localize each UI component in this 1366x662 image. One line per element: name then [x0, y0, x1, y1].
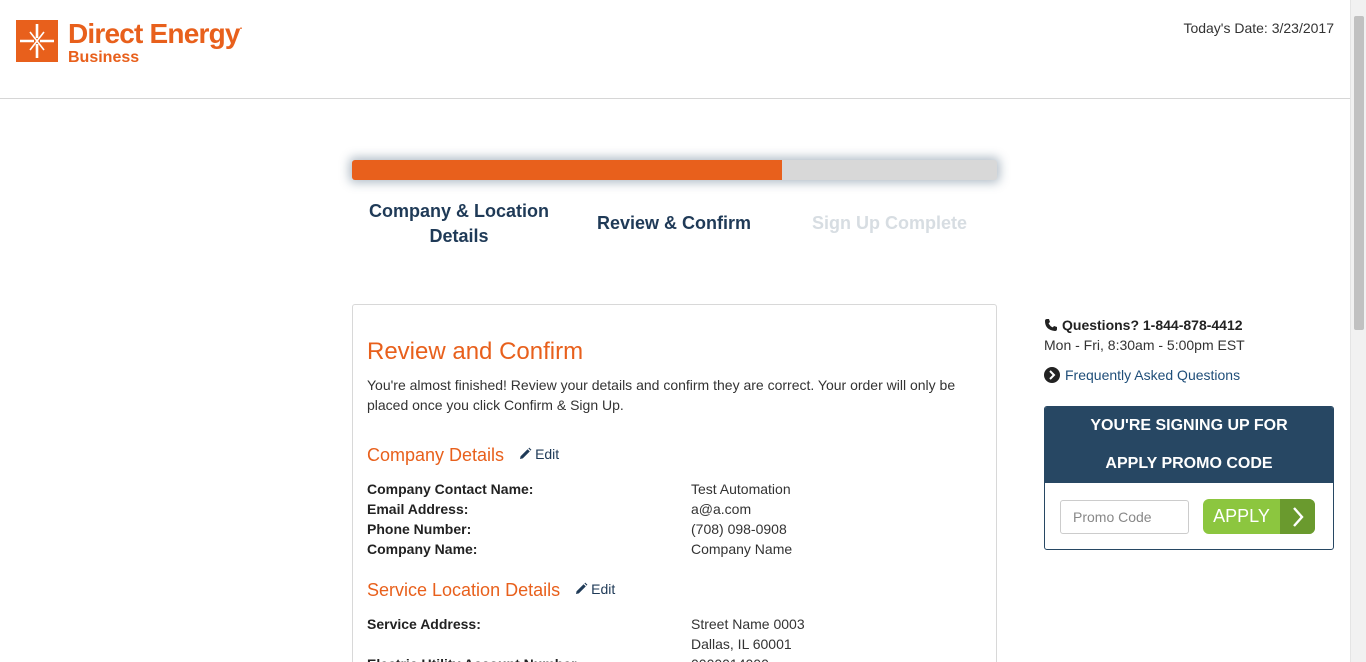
progress-bar-fill: [352, 160, 783, 180]
scrollbar-thumb[interactable]: [1354, 16, 1364, 330]
field-value: Street Name 0003: [691, 616, 805, 632]
logo-title: Direct Energy.: [68, 18, 242, 49]
edit-label: Edit: [535, 446, 560, 462]
review-intro-text: You're almost finished! Review your deta…: [367, 377, 956, 413]
field-label: Phone Number:: [367, 521, 472, 537]
edit-service-location-link[interactable]: Edit: [574, 581, 615, 597]
logo-subtitle: Business: [68, 49, 140, 66]
field-label: Email Address:: [367, 501, 469, 517]
step-sign-up-complete: Sign Up Complete: [811, 213, 967, 233]
direct-energy-logo[interactable]: Direct Energy. Business: [16, 20, 242, 66]
site-header: Direct Energy. Business Today's Date: 3/…: [0, 0, 1350, 99]
page-scrollbar[interactable]: [1350, 0, 1366, 662]
service-address-line2-row: Dallas, IL 60001: [367, 634, 987, 654]
company-details-title: Company Details: [367, 445, 505, 465]
support-hours: Mon - Fri, 8:30am - 5:00pm EST: [1044, 337, 1245, 353]
pencil-icon: [520, 447, 532, 459]
questions-phone: Questions? 1-844-878-4412: [1044, 317, 1243, 333]
promo-code-input[interactable]: [1060, 500, 1189, 534]
field-value: (708) 098-0908: [691, 521, 787, 537]
apply-label: APPLY: [1213, 506, 1270, 526]
promo-panel-header: YOU'RE SIGNING UP FOR APPLY PROMO CODE: [1045, 407, 1333, 483]
field-label: Service Address:: [367, 616, 481, 632]
step-company-location-details: Company & Location Details: [368, 201, 549, 246]
edit-company-details-link[interactable]: Edit: [518, 446, 559, 462]
electric-account-row: Electric Utility Account Number: 0000014…: [367, 654, 987, 662]
promo-panel: YOU'RE SIGNING UP FOR APPLY PROMO CODE A…: [1044, 406, 1334, 550]
review-card: Review and Confirm You're almost finishe…: [352, 304, 997, 662]
field-value: Dallas, IL 60001: [691, 636, 792, 652]
phone-number-row: Phone Number: (708) 098-0908: [367, 519, 987, 539]
service-location-title: Service Location Details: [367, 580, 561, 600]
field-value: a@a.com: [691, 501, 752, 517]
company-name-row: Company Name: Company Name: [367, 539, 987, 559]
edit-label: Edit: [591, 581, 616, 597]
service-location-header: Service Location Details Edit: [367, 580, 615, 601]
direct-energy-logo-icon: [16, 20, 58, 62]
pencil-icon: [576, 582, 588, 594]
field-label: Electric Utility Account Number:: [367, 654, 581, 662]
phone-icon: [1045, 319, 1057, 331]
faq-link[interactable]: Frequently Asked Questions: [1044, 367, 1240, 383]
field-value: Company Name: [691, 541, 793, 557]
service-address-row: Service Address: Street Name 0003: [367, 614, 987, 634]
todays-date: Today's Date: 3/23/2017: [1183, 20, 1334, 36]
step-review-confirm: Review & Confirm: [596, 213, 752, 233]
questions-text: Questions? 1-844-878-4412: [1062, 317, 1243, 333]
field-label: Company Contact Name:: [367, 481, 534, 497]
field-value: 0000014000: [691, 654, 769, 662]
field-value: Test Automation: [691, 481, 791, 497]
company-contact-name-row: Company Contact Name: Test Automation: [367, 479, 987, 499]
signup-progress-bar: [352, 160, 997, 180]
page-title: Review and Confirm: [367, 338, 584, 365]
chevron-right-circle-icon: [1044, 367, 1060, 383]
chevron-right-icon: [1280, 499, 1315, 534]
promo-heading: YOU'RE SIGNING UP FOR: [1090, 417, 1288, 434]
email-address-row: Email Address: a@a.com: [367, 499, 987, 519]
faq-link-label: Frequently Asked Questions: [1065, 367, 1241, 383]
field-label: Company Name:: [367, 541, 478, 557]
apply-promo-button[interactable]: APPLY: [1203, 499, 1315, 534]
promo-subheading: APPLY PROMO CODE: [1105, 455, 1273, 472]
company-details-header: Company Details Edit: [367, 445, 559, 466]
